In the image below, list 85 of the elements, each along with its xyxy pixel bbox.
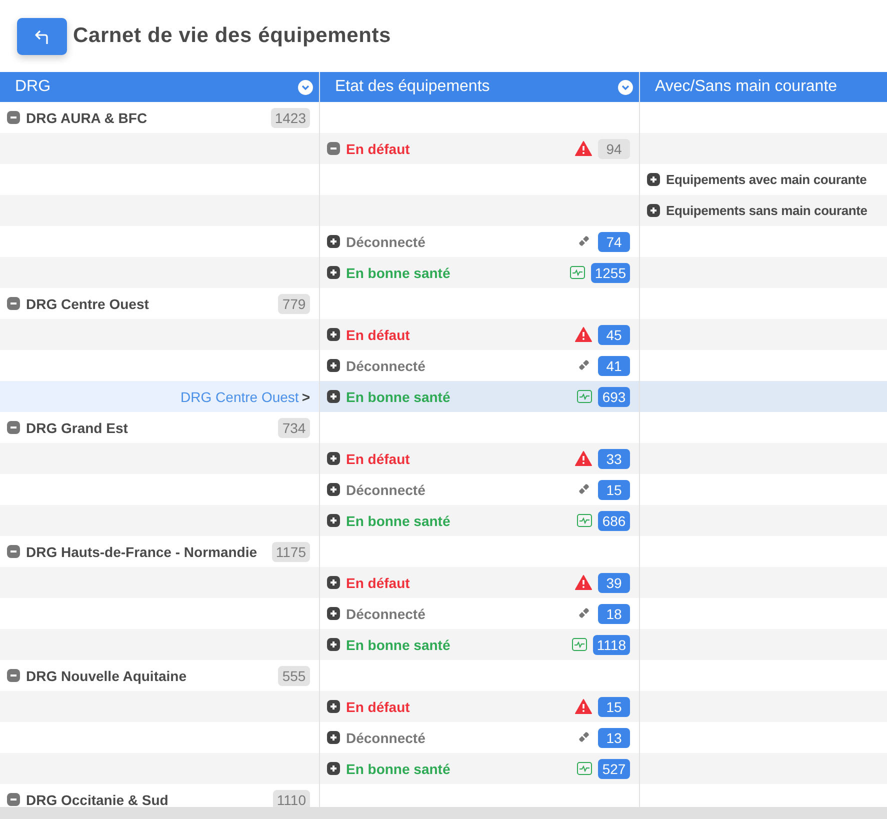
count-badge: 779 <box>278 294 310 314</box>
status-label: En défaut <box>346 326 410 342</box>
count-badge: 33 <box>598 448 630 468</box>
expand-icon[interactable] <box>327 359 340 372</box>
expand-icon[interactable] <box>327 235 340 248</box>
count-badge: 1118 <box>592 634 630 654</box>
expand-icon[interactable] <box>327 514 340 527</box>
count-badge: 41 <box>598 356 630 376</box>
count-badge: 1110 <box>272 790 310 807</box>
collapse-icon[interactable] <box>327 142 340 155</box>
breadcrumb-link[interactable]: DRG Centre Ouest <box>180 388 299 404</box>
count-badge: 18 <box>598 604 630 624</box>
breadcrumb-separator: > <box>302 388 310 404</box>
expand-icon[interactable] <box>327 452 340 465</box>
status-label: En défaut <box>346 574 410 590</box>
category-label: Equipements sans main courante <box>666 203 868 218</box>
category-label: Equipements avec main courante <box>666 172 867 187</box>
status-label: Déconnecté <box>346 234 426 250</box>
count-badge: 94 <box>598 138 630 158</box>
status-label: Déconnecté <box>346 606 426 622</box>
dropdown-icon[interactable] <box>298 80 313 94</box>
region-label: DRG Grand Est <box>26 420 128 436</box>
region-label: DRG AURA & BFC <box>26 110 148 126</box>
pulse-icon <box>577 762 592 775</box>
count-badge: 734 <box>278 418 310 438</box>
status-label: Déconnecté <box>346 482 426 498</box>
count-badge: 527 <box>598 758 630 778</box>
pulse-icon <box>570 266 585 279</box>
back-arrow-icon <box>33 28 51 46</box>
warning-icon <box>575 327 592 342</box>
expand-icon[interactable] <box>327 731 340 744</box>
status-label: Déconnecté <box>346 730 426 746</box>
pulse-icon <box>577 514 592 527</box>
pulse-icon <box>577 390 592 403</box>
count-badge: 693 <box>598 386 630 406</box>
status-label: En défaut <box>346 450 410 466</box>
status-label: Déconnecté <box>346 358 426 374</box>
collapse-icon[interactable] <box>7 545 20 558</box>
region-label: DRG Hauts-de-France - Normandie <box>26 544 258 560</box>
expand-icon[interactable] <box>327 762 340 775</box>
expand-icon[interactable] <box>327 576 340 589</box>
count-badge: 74 <box>598 232 630 252</box>
count-badge: 45 <box>598 324 630 344</box>
expand-icon[interactable] <box>327 266 340 279</box>
count-badge: 15 <box>598 480 630 500</box>
count-badge: 15 <box>598 696 630 716</box>
warning-icon <box>575 575 592 590</box>
expand-icon[interactable] <box>327 390 340 403</box>
collapse-icon[interactable] <box>7 421 20 434</box>
region-label: DRG Nouvelle Aquitaine <box>26 668 187 684</box>
collapse-icon[interactable] <box>7 297 20 310</box>
status-label: En bonne santé <box>346 512 450 528</box>
count-badge: 686 <box>598 510 630 530</box>
status-label: En défaut <box>346 698 410 714</box>
expand-icon[interactable] <box>327 638 340 651</box>
collapse-icon[interactable] <box>7 111 20 124</box>
collapse-icon[interactable] <box>7 793 20 806</box>
count-badge: 13 <box>598 728 630 748</box>
page-title: Carnet de vie des équipements <box>73 24 391 48</box>
back-button[interactable] <box>17 18 67 55</box>
expand-icon[interactable] <box>647 204 660 217</box>
status-label: En bonne santé <box>346 636 450 652</box>
dropdown-icon[interactable] <box>618 80 633 94</box>
expand-icon[interactable] <box>327 483 340 496</box>
pulse-icon <box>572 638 587 651</box>
status-label: En bonne santé <box>346 760 450 776</box>
count-badge: 555 <box>278 666 310 686</box>
status-label: En bonne santé <box>346 264 450 280</box>
column-header[interactable]: Avec/Sans main courante <box>640 72 887 102</box>
region-label: DRG Occitanie & Sud <box>26 792 168 807</box>
count-badge: 1255 <box>590 262 630 282</box>
expand-icon[interactable] <box>647 173 660 186</box>
warning-icon <box>575 451 592 466</box>
warning-icon <box>575 699 592 714</box>
warning-icon <box>575 141 592 156</box>
expand-icon[interactable] <box>327 700 340 713</box>
status-label: En bonne santé <box>346 388 450 404</box>
region-label: DRG Centre Ouest <box>26 296 149 312</box>
count-badge: 1423 <box>270 108 310 128</box>
count-badge: 39 <box>598 572 630 592</box>
expand-icon[interactable] <box>327 607 340 620</box>
collapse-icon[interactable] <box>7 669 20 682</box>
count-badge: 1175 <box>272 542 310 562</box>
status-label: En défaut <box>346 140 410 156</box>
expand-icon[interactable] <box>327 328 340 341</box>
